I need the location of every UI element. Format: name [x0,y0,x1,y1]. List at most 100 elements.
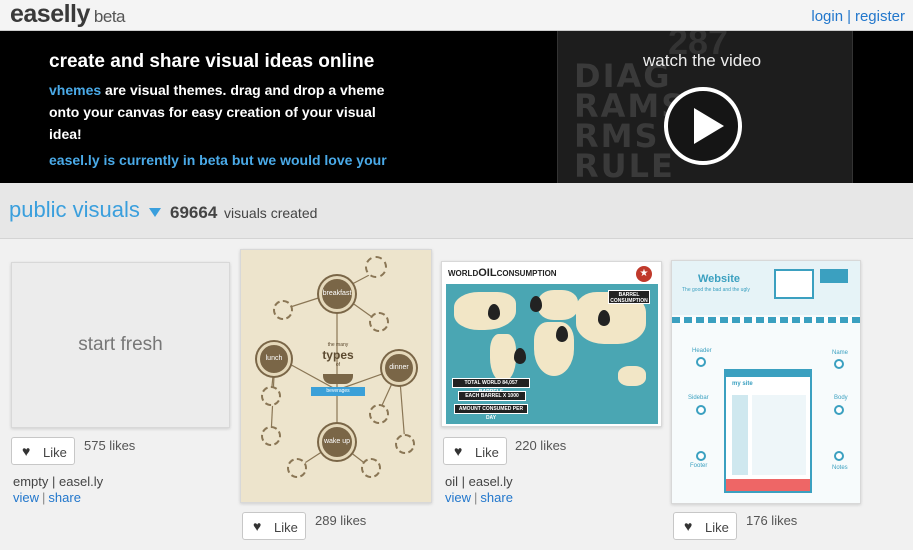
oil-title-world: WORLD [448,269,479,278]
like-button[interactable]: ♥ Like [673,512,737,540]
like-button-label: Like [475,445,499,460]
map-south-america [490,334,516,382]
sub-node [369,312,389,332]
login-link[interactable]: login [811,8,843,25]
like-button[interactable]: ♥ Like [242,512,306,540]
sub-node [261,386,281,406]
hero-description: vhemes are visual themes. drag and drop … [49,79,389,145]
beverages-banner: beverages [311,387,365,396]
map-australia [618,366,646,386]
sub-node [369,404,389,424]
map-africa [534,322,574,376]
circle-marker [834,451,844,461]
visuals-count-number: 69664 [170,203,218,222]
oil-amount-label: AMOUNT CONSUMED PER DAY [454,404,528,421]
visuals-count-suffix: visuals created [224,205,318,221]
action-separator: | [474,490,478,505]
auth-links: login | register [811,8,905,25]
oil-legend: BARREL CONSUMPTION [608,290,650,304]
web-tag-name: Name [832,350,849,356]
video-bg-graphic: RULE [574,147,675,183]
view-link[interactable]: view [13,490,39,505]
start-fresh-label: start fresh [78,334,163,355]
register-link[interactable]: register [855,8,905,25]
sub-node [273,300,293,320]
star-icon: ★ [636,266,652,282]
my-site-label: my site [732,381,753,387]
oil-thumbnail[interactable]: WORLDOILCONSUMPTION ★ BARREL CONSUMPTION… [441,261,662,427]
caret-down-icon[interactable] [149,208,161,217]
circle-marker [834,359,844,369]
breakfast-node: breakfast [319,276,355,312]
logo-text: easelly [10,0,90,28]
hero-title: create and share visual ideas online [49,51,375,72]
hero-text: create and share visual ideas online vhe… [49,51,389,171]
play-icon[interactable] [664,87,742,165]
heart-icon: ♥ [684,518,693,534]
lunch-node: lunch [257,342,291,376]
like-count: 220 likes [515,438,567,453]
web-color-swatch [820,269,848,283]
auth-separator: | [847,8,851,25]
center-caption-of: of [335,362,341,368]
visuals-count: 69664 visuals created [170,203,317,223]
oil-drop-icon [556,326,568,342]
circle-marker [696,405,706,415]
card-meta: oil | easel.ly [445,474,513,489]
web-tag-footer: Footer [690,463,708,469]
beta-note: easel.ly is currently in beta but we wou… [49,152,387,168]
like-button-label: Like [705,520,729,535]
mock-footer [726,479,810,491]
like-count: 575 likes [84,438,136,453]
top-bar: easelly beta login | register [0,0,913,31]
oil-title: WORLDOILCONSUMPTION [448,267,557,279]
share-link[interactable]: share [48,490,81,505]
beta-label: beta [93,7,126,26]
cup-icon [323,374,353,384]
oil-drop-icon [598,310,610,326]
web-subtitle: The good the bad and the ugly [682,287,750,293]
hero-banner: create and share visual ideas online vhe… [0,31,913,183]
dinner-node: dinner [382,351,416,385]
action-separator: | [42,490,46,505]
share-link[interactable]: share [480,490,513,505]
video-player[interactable]: 287 DIAG RAMS RMS RULE watch the video [557,31,853,183]
logo[interactable]: easelly beta [10,0,126,29]
sub-node [261,426,281,446]
map-europe [538,290,578,320]
start-fresh-card[interactable]: start fresh [11,262,230,428]
oil-total-label: TOTAL WORLD 84,057 BARRELS [452,378,530,395]
web-tag-sidebar: Sidebar [688,395,709,401]
sub-node [395,434,415,454]
like-button[interactable]: ♥ Like [443,437,507,465]
like-button-label: Like [274,520,298,535]
sub-node [365,256,387,278]
section-header: public visuals 69664 visuals created [0,183,913,239]
oil-each-label: EACH BARREL X 1000 [458,391,526,401]
heart-icon: ♥ [454,443,463,459]
web-tag-body: Body [834,395,848,401]
view-link[interactable]: view [445,490,471,505]
heart-icon: ♥ [253,518,262,534]
like-button[interactable]: ♥ Like [11,437,75,465]
oil-drop-icon [514,348,526,364]
web-divider [672,317,860,323]
watch-video-label[interactable]: watch the video [643,51,761,71]
beverages-thumbnail[interactable]: breakfast lunch dinner wake up the many … [240,249,432,503]
circle-marker [696,357,706,367]
oil-title-oil: OIL [478,267,497,279]
web-tag-header: Header [692,348,712,354]
browser-mockup: my site [724,369,812,493]
web-tag-notes: Notes [832,465,848,471]
card-actions: view | share [445,490,513,505]
map-north-america [454,292,516,330]
circle-marker [834,405,844,415]
vhemes-link[interactable]: vhemes [49,82,101,98]
wake-up-node: wake up [319,424,355,460]
monitor-icon [774,269,814,299]
public-visuals-title[interactable]: public visuals [9,197,140,223]
like-count: 289 likes [315,513,367,528]
mock-sidebar [732,395,748,475]
sub-node [287,458,307,478]
website-thumbnail[interactable]: Website The good the bad and the ugly my… [671,260,861,504]
